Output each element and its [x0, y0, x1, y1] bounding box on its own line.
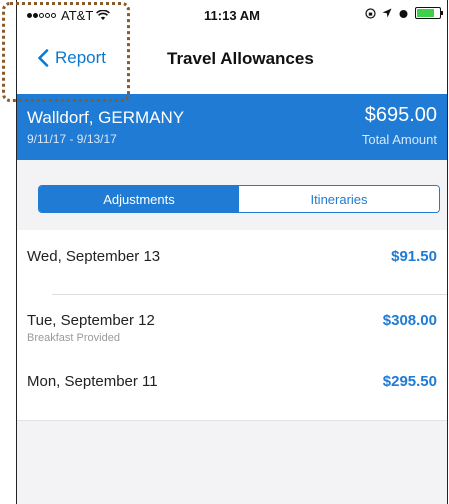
row-date: Tue, September 12 — [27, 312, 155, 329]
location-arrow-icon — [382, 8, 392, 18]
list-item[interactable]: Tue, September 12 Breakfast Provided $30… — [17, 295, 447, 357]
row-amount: $91.50 — [391, 248, 437, 265]
page-title: Travel Allowances — [167, 49, 314, 68]
row-note: Breakfast Provided — [27, 332, 120, 344]
total-amount-label: Total Amount — [361, 132, 437, 147]
status-bar-right — [365, 7, 443, 19]
row-date: Mon, September 11 — [27, 373, 158, 390]
battery-icon — [415, 7, 443, 19]
row-date: Wed, September 13 — [27, 248, 161, 265]
row-amount: $295.50 — [382, 373, 437, 390]
total-amount: $695.00 — [364, 104, 437, 126]
row-amount: $308.00 — [382, 312, 437, 329]
back-button-label: Report — [55, 48, 107, 67]
chevron-left-icon — [38, 49, 49, 67]
trip-dates: 9/11/17 - 9/13/17 — [27, 132, 117, 146]
alarm-clock-icon — [399, 9, 408, 18]
tab-itineraries[interactable]: Itineraries — [239, 186, 439, 212]
trip-summary-header: Walldorf, GERMANY 9/11/17 - 9/13/17 $695… — [17, 94, 447, 160]
tab-adjustments[interactable]: Adjustments — [39, 186, 239, 212]
segment-area: Adjustments Itineraries — [17, 160, 447, 230]
segmented-control: Adjustments Itineraries — [38, 185, 440, 213]
back-button[interactable]: Report — [37, 48, 106, 68]
list-item[interactable]: Wed, September 13 $91.50 — [17, 230, 447, 294]
phone-screen: AT&T 11:13 AM Report Travel Allowances W… — [0, 0, 449, 504]
trip-location: Walldorf, GERMANY — [27, 108, 185, 127]
orientation-lock-icon — [365, 7, 376, 19]
list-item[interactable]: Mon, September 11 $295.50 — [17, 357, 447, 407]
status-bar: AT&T 11:13 AM — [17, 0, 447, 34]
navigation-bar: Report Travel Allowances — [17, 34, 447, 84]
empty-list-area — [17, 420, 447, 504]
